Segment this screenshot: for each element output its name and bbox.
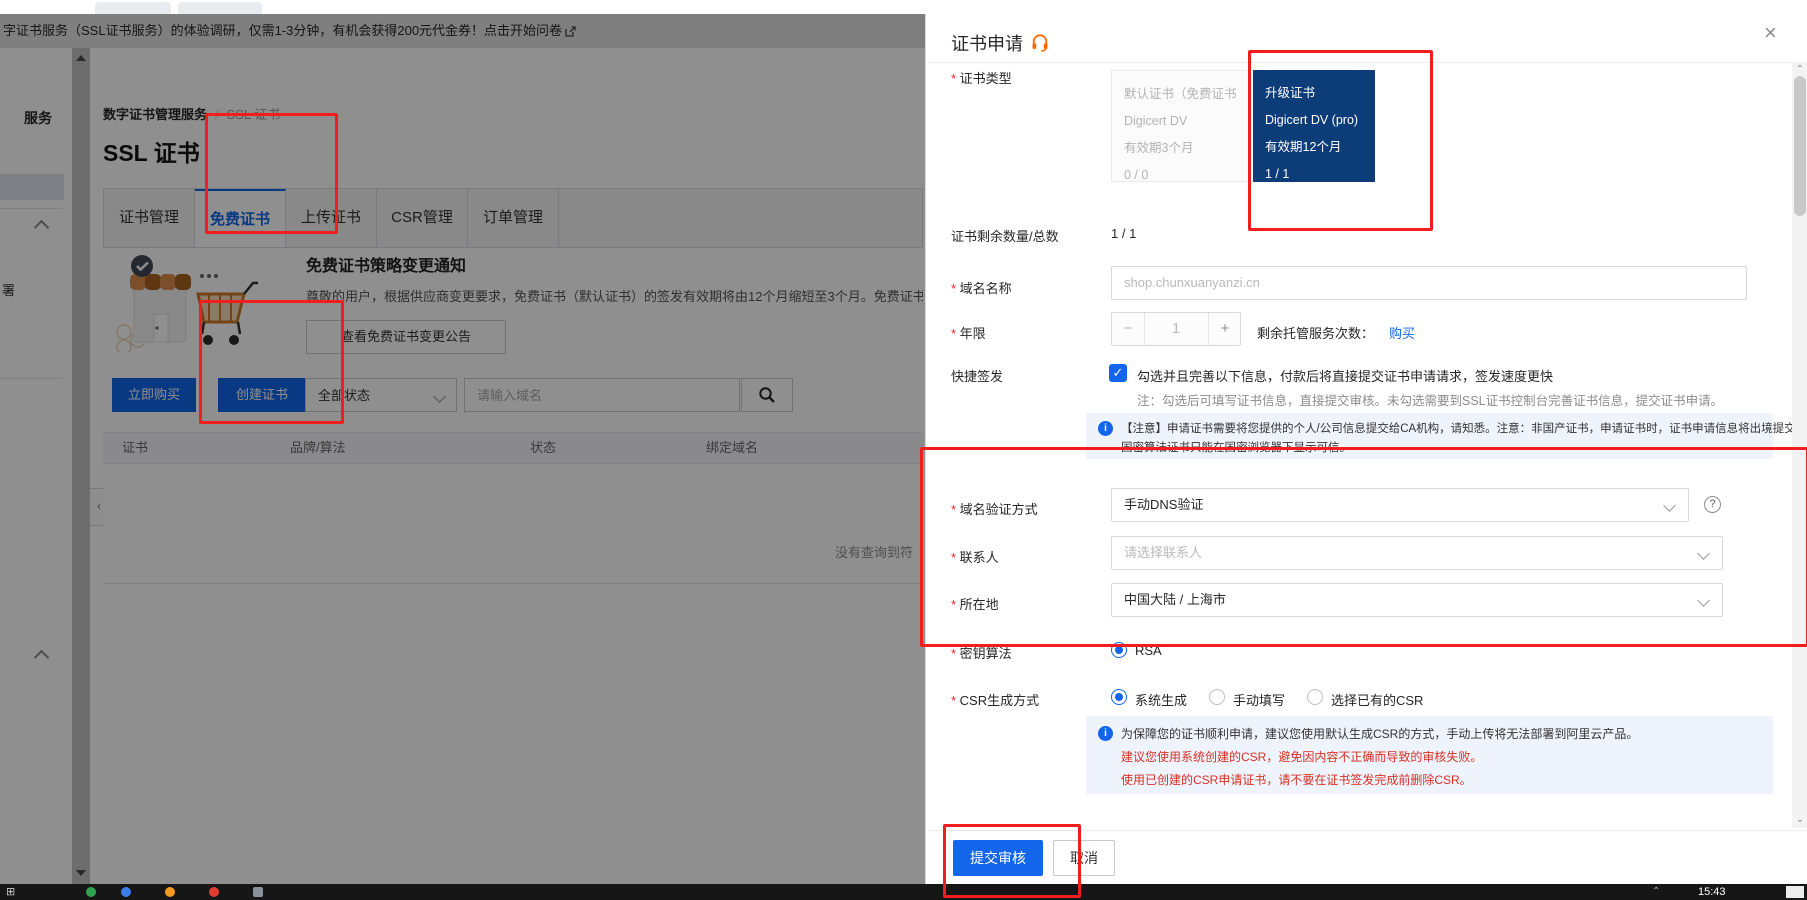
stepper-minus-button[interactable]: − — [1112, 313, 1145, 345]
location-select[interactable]: 中国大陆 / 上海市 — [1111, 583, 1723, 617]
quick-issue-checkbox[interactable]: ✓ — [1109, 364, 1127, 382]
csr-notice-line2: 建议您使用系统创建的CSR，避免因内容不正确而导致的审核失败。 — [1121, 748, 1482, 765]
csr-system-radio[interactable] — [1111, 689, 1127, 705]
years-label: 年限 — [951, 323, 986, 342]
quick-issue-line1: 勾选并且完善以下信息，付款后将直接提交证书申请请求，签发速度更快 — [1137, 366, 1553, 385]
years-stepper[interactable]: − 1 + — [1111, 312, 1241, 346]
check-icon: ✓ — [1113, 365, 1124, 380]
csr-notice-line3: 使用已创建的CSR申请证书，请不要在证书签发完成前删除CSR。 — [1121, 771, 1472, 788]
divider — [926, 830, 1807, 831]
quick-issue-label: 快捷签发 — [951, 366, 1003, 385]
start-icon[interactable]: ⊞ — [6, 886, 15, 898]
cert-type-card-default[interactable]: 默认证书（免费证书） Digicert DV 有效期3个月 0 / 0 — [1111, 70, 1250, 182]
taskbar-app-icon[interactable] — [165, 887, 175, 897]
cancel-button[interactable]: 取消 — [1053, 840, 1115, 876]
contact-label: 联系人 — [951, 547, 999, 566]
dns-validation-label: 域名验证方式 — [951, 499, 1038, 518]
info-icon: i — [1098, 726, 1113, 741]
csr-notice-box: i 为保障您的证书顺利申请，建议您使用默认生成CSR的方式，手动上传将无法部署到… — [1086, 716, 1773, 794]
ca-notice-box: i 【注意】申请证书需要将您提供的个人/公司信息提交给CA机构，请知悉。注意：非… — [1086, 413, 1773, 459]
submit-review-button[interactable]: 提交审核 — [953, 840, 1043, 876]
scroll-up-icon[interactable]: ⌃ — [1792, 62, 1807, 78]
taskbar-clock[interactable]: 15:43 — [1698, 884, 1726, 900]
csr-mode-label: CSR生成方式 — [951, 690, 1039, 709]
contact-select[interactable]: 请选择联系人 — [1111, 536, 1723, 570]
location-label: 所在地 — [951, 594, 999, 613]
browser-strip — [0, 0, 1807, 14]
taskbar-app-icon[interactable] — [121, 887, 131, 897]
divider — [926, 62, 1807, 63]
csr-existing-radio[interactable] — [1307, 689, 1323, 705]
close-icon[interactable]: × — [1764, 22, 1777, 44]
scroll-down-icon[interactable]: ⌄ — [1792, 812, 1807, 828]
rsa-radio[interactable] — [1111, 642, 1127, 658]
chevron-down-icon — [1697, 594, 1710, 607]
dns-validation-value: 手动DNS验证 — [1124, 497, 1203, 512]
csr-manual-label[interactable]: 手动填写 — [1233, 690, 1285, 709]
card-line: Digicert DV — [1124, 108, 1237, 135]
remaining-label: 证书剩余数量/总数 — [951, 226, 1059, 245]
dns-validation-select[interactable]: 手动DNS验证 — [1111, 488, 1689, 522]
taskbar-tray-caret[interactable]: ⌃ — [1652, 884, 1660, 900]
ca-notice-line2: 国密算法证书只能在国密浏览器下显示可信。 — [1121, 439, 1351, 455]
quick-issue-line2: 注：勾选后可填写证书信息，直接提交审核。未勾选需要到SSL证书控制台完善证书信息… — [1137, 390, 1723, 409]
taskbar-tray-box[interactable] — [1786, 886, 1804, 898]
info-icon: i — [1098, 421, 1113, 436]
cert-type-label: 证书类型 — [951, 68, 1012, 87]
headset-icon[interactable] — [1030, 32, 1050, 55]
cert-type-card-upgrade-selected[interactable]: 升级证书 Digicert DV (pro) 有效期12个月 1 / 1 — [1253, 70, 1375, 182]
ca-notice-line1: 【注意】申请证书需要将您提供的个人/公司信息提交给CA机构，请知悉。注意：非国产… — [1121, 420, 1807, 436]
card-line: 默认证书（免费证书） — [1124, 81, 1237, 108]
panel-scrollbar-thumb[interactable] — [1794, 76, 1806, 216]
taskbar: ⊞ ⌃ 15:43 — [0, 884, 1807, 900]
taskbar-app-icon[interactable] — [86, 887, 96, 897]
domain-label: 域名名称 — [951, 278, 1012, 297]
card-line: 1 / 1 — [1265, 161, 1363, 188]
remaining-value: 1 / 1 — [1111, 226, 1136, 241]
csr-manual-radio[interactable] — [1209, 689, 1225, 705]
domain-input[interactable]: shop.chunxuanyanzi.cn — [1111, 266, 1747, 300]
card-line: Digicert DV (pro) — [1265, 107, 1363, 134]
buy-link[interactable]: 购买 — [1389, 323, 1415, 342]
chevron-down-icon — [1663, 499, 1676, 512]
location-value: 中国大陆 / 上海市 — [1124, 592, 1226, 607]
stepper-plus-button[interactable]: + — [1208, 313, 1241, 345]
csr-system-label[interactable]: 系统生成 — [1135, 690, 1187, 709]
chevron-down-icon — [1697, 547, 1710, 560]
contact-placeholder: 请选择联系人 — [1124, 545, 1202, 560]
help-icon[interactable]: ? — [1704, 496, 1721, 513]
card-line: 有效期3个月 — [1124, 135, 1237, 162]
taskbar-app-icon[interactable] — [209, 887, 219, 897]
csr-notice-line1: 为保障您的证书顺利申请，建议您使用默认生成CSR的方式，手动上传将无法部署到阿里… — [1121, 725, 1638, 742]
csr-existing-label[interactable]: 选择已有的CSR — [1331, 690, 1423, 709]
taskbar-app-icon[interactable] — [253, 887, 263, 897]
stepper-value: 1 — [1144, 313, 1208, 345]
screen: 字证书服务（SSL证书服务）的体验调研，仅需1-3分钟，有机会获得200元代金券… — [0, 0, 1807, 900]
key-algorithm-label: 密钥算法 — [951, 643, 1012, 662]
hosted-service-label: 剩余托管服务次数： — [1257, 323, 1374, 342]
card-line: 0 / 0 — [1124, 162, 1237, 189]
panel-title: 证书申请 — [951, 30, 1023, 56]
modal-mask[interactable] — [0, 14, 925, 884]
cert-apply-panel: 证书申请 × 证书类型 默认证书（免费证书） Digicert DV 有效期3个… — [925, 14, 1807, 884]
card-line: 升级证书 — [1265, 80, 1363, 107]
rsa-radio-label: RSA — [1135, 643, 1162, 658]
card-line: 有效期12个月 — [1265, 134, 1363, 161]
browser-tab[interactable] — [95, 2, 171, 14]
browser-tab[interactable] — [178, 2, 262, 14]
